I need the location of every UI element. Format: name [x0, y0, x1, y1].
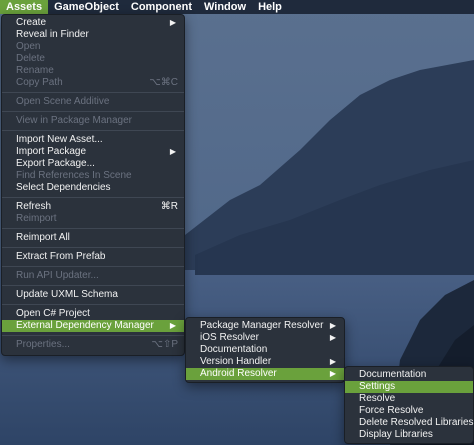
menu-item-label: Display Libraries — [359, 429, 433, 440]
menu-item-settings[interactable]: Settings — [345, 381, 473, 393]
menu-item-label: Create — [16, 17, 47, 28]
menu-item-label: Export Package... — [16, 158, 95, 169]
menu-item-label: Reimport All — [16, 232, 70, 243]
menu-item-label: Reveal in Finder — [16, 29, 89, 40]
menu-separator — [2, 266, 184, 267]
menu-item-label: Open C# Project — [16, 308, 90, 319]
menu-item-label: Rename — [16, 65, 54, 76]
menu-item-reimport: Reimport — [2, 213, 184, 225]
chevron-right-icon: ▶ — [329, 357, 336, 366]
menu-item-label: Run API Updater... — [16, 270, 99, 281]
menu-item-label: Find References In Scene — [16, 170, 132, 181]
menu-item-export-package[interactable]: Export Package... — [2, 158, 184, 170]
menu-item-label: Update UXML Schema — [16, 289, 118, 300]
menu-item-label: Settings — [359, 381, 396, 392]
menu-item-extract-from-prefab[interactable]: Extract From Prefab — [2, 251, 184, 263]
menu-item-resolve[interactable]: Resolve — [345, 393, 473, 405]
menu-item-label: Documentation — [359, 369, 427, 380]
menu-item-display-libraries[interactable]: Display Libraries — [345, 429, 473, 441]
menu-item-open: Open — [2, 41, 184, 53]
menu-item-select-dependencies[interactable]: Select Dependencies — [2, 182, 184, 194]
menu-item-android-resolver[interactable]: Android Resolver ▶ — [186, 368, 344, 380]
menu-item-reimport-all[interactable]: Reimport All — [2, 232, 184, 244]
android-resolver-submenu: Documentation Settings Resolve Force Res… — [344, 366, 474, 444]
menu-item-label: Package Manager Resolver — [200, 320, 324, 331]
menu-separator — [2, 197, 184, 198]
shortcut-label: ⌥⇧P — [151, 339, 178, 350]
menu-item-package-manager-resolver[interactable]: Package Manager Resolver ▶ — [186, 320, 344, 332]
shortcut-label: ⌘R — [160, 201, 178, 212]
assets-menu: Create ▶ Reveal in Finder Open Delete Re… — [1, 14, 185, 356]
menu-item-label: View in Package Manager — [16, 115, 132, 126]
menu-item-label: Open — [16, 41, 41, 52]
menu-separator — [2, 130, 184, 131]
menu-item-label: Delete — [16, 53, 45, 64]
external-dependency-manager-submenu: Package Manager Resolver ▶ iOS Resolver … — [185, 317, 345, 383]
menu-item-rename: Rename — [2, 65, 184, 77]
menu-separator — [2, 335, 184, 336]
menu-item-label: Documentation — [200, 344, 268, 355]
menubar-gameobject[interactable]: GameObject — [48, 0, 125, 14]
chevron-right-icon: ▶ — [169, 321, 176, 330]
menu-item-label: Android Resolver — [200, 368, 277, 379]
menu-item-documentation[interactable]: Documentation — [345, 369, 473, 381]
menu-item-import-new-asset[interactable]: Import New Asset... — [2, 134, 184, 146]
menu-item-open-scene-additive: Open Scene Additive — [2, 96, 184, 108]
menu-item-label: Select Dependencies — [16, 182, 111, 193]
menu-item-label: External Dependency Manager — [16, 320, 154, 331]
menu-item-properties: Properties... ⌥⇧P — [2, 339, 184, 351]
chevron-right-icon: ▶ — [169, 147, 176, 156]
menu-separator — [2, 304, 184, 305]
menu-item-label: Copy Path — [16, 77, 63, 88]
menu-item-label: Reimport — [16, 213, 57, 224]
menu-item-find-references: Find References In Scene — [2, 170, 184, 182]
menu-item-label: Resolve — [359, 393, 396, 404]
menu-separator — [2, 228, 184, 229]
shortcut-label: ⌥⌘C — [149, 77, 178, 88]
menu-item-label: Extract From Prefab — [16, 251, 106, 262]
menu-bar: Assets GameObject Component Window Help — [0, 0, 474, 14]
menu-item-ios-resolver[interactable]: iOS Resolver ▶ — [186, 332, 344, 344]
menubar-help[interactable]: Help — [252, 0, 288, 14]
chevron-right-icon: ▶ — [329, 321, 336, 330]
menu-item-label: Delete Resolved Libraries — [359, 417, 474, 428]
menu-item-documentation[interactable]: Documentation — [186, 344, 344, 356]
menu-item-delete-resolved-libraries[interactable]: Delete Resolved Libraries — [345, 417, 474, 429]
menubar-window[interactable]: Window — [198, 0, 252, 14]
menu-item-label: iOS Resolver — [200, 332, 259, 343]
menu-item-copy-path: Copy Path ⌥⌘C — [2, 77, 184, 89]
menu-item-version-handler[interactable]: Version Handler ▶ — [186, 356, 344, 368]
menubar-assets[interactable]: Assets — [0, 0, 49, 14]
menu-item-reveal-in-finder[interactable]: Reveal in Finder — [2, 29, 184, 41]
menu-item-label: Open Scene Additive — [16, 96, 110, 107]
menu-item-force-resolve[interactable]: Force Resolve — [345, 405, 473, 417]
menu-separator — [2, 247, 184, 248]
menu-separator — [2, 285, 184, 286]
menu-separator — [2, 92, 184, 93]
menu-item-external-dependency-manager[interactable]: External Dependency Manager ▶ — [2, 320, 184, 332]
menu-separator — [2, 111, 184, 112]
menu-item-label: Import Package — [16, 146, 87, 157]
menu-item-label: Properties... — [16, 339, 70, 350]
menu-item-create[interactable]: Create ▶ — [2, 17, 184, 29]
menu-item-delete: Delete — [2, 53, 184, 65]
chevron-right-icon: ▶ — [329, 333, 336, 342]
menu-item-refresh[interactable]: Refresh ⌘R — [2, 201, 184, 213]
menu-item-label: Version Handler — [200, 356, 272, 367]
menu-item-open-csharp-project[interactable]: Open C# Project — [2, 308, 184, 320]
chevron-right-icon: ▶ — [169, 18, 176, 27]
menu-item-label: Force Resolve — [359, 405, 424, 416]
menu-item-import-package[interactable]: Import Package ▶ — [2, 146, 184, 158]
menu-item-run-api-updater: Run API Updater... — [2, 270, 184, 282]
menu-item-update-uxml-schema[interactable]: Update UXML Schema — [2, 289, 184, 301]
chevron-right-icon: ▶ — [329, 369, 336, 378]
menu-item-view-in-package-manager: View in Package Manager — [2, 115, 184, 127]
menu-item-label: Import New Asset... — [16, 134, 103, 145]
menu-item-label: Refresh — [16, 201, 52, 212]
menubar-component[interactable]: Component — [125, 0, 198, 14]
